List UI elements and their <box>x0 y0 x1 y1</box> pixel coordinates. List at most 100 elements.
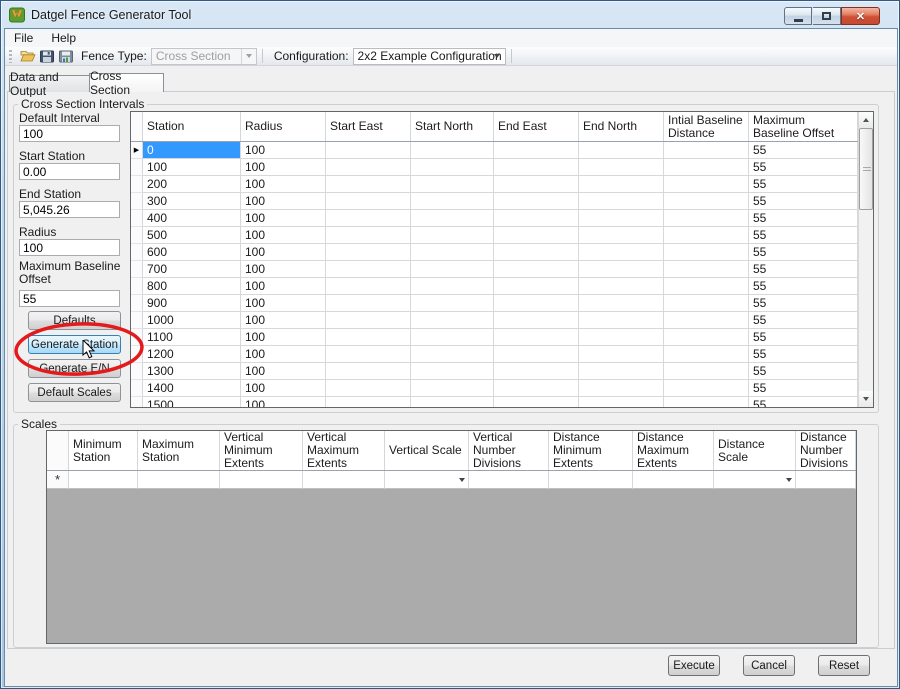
grid-cell[interactable]: 100 <box>241 329 326 346</box>
grid-cell[interactable] <box>714 471 796 489</box>
grid-cell[interactable] <box>411 397 494 407</box>
column-header[interactable]: Start East <box>326 112 411 141</box>
end-station-input[interactable] <box>19 201 120 218</box>
grid-cell[interactable]: 200 <box>143 176 241 193</box>
grid-cell[interactable] <box>411 295 494 312</box>
grid-cell[interactable]: 1500 <box>143 397 241 407</box>
grid-cell[interactable]: 1400 <box>143 380 241 397</box>
grid-cell[interactable]: 1100 <box>143 329 241 346</box>
column-header[interactable]: Distance Number Divisions <box>796 431 856 470</box>
grid-cell[interactable]: 800 <box>143 278 241 295</box>
grid-cell[interactable]: 100 <box>241 244 326 261</box>
grid-cell[interactable] <box>326 363 411 380</box>
row-header[interactable] <box>131 346 143 363</box>
grid-cell[interactable] <box>579 346 664 363</box>
grid-cell[interactable]: 55 <box>749 278 858 295</box>
grid-cell[interactable] <box>664 295 749 312</box>
grid-cell[interactable]: 100 <box>241 397 326 407</box>
column-header[interactable]: Vertical Maximum Extents <box>303 431 385 470</box>
grid-cell[interactable] <box>579 329 664 346</box>
grid-cell[interactable]: 100 <box>241 380 326 397</box>
grid-cell[interactable] <box>579 261 664 278</box>
grid-cell[interactable]: 55 <box>749 227 858 244</box>
column-header[interactable]: Distance Scale <box>714 431 796 470</box>
grid-cell[interactable] <box>411 244 494 261</box>
generate-station-button[interactable]: Generate Station <box>28 335 121 354</box>
tab-data-and-output[interactable]: Data and Output <box>9 75 90 92</box>
grid-cell[interactable] <box>494 363 579 380</box>
generate-en-button[interactable]: Generate E/N <box>28 359 121 378</box>
grid-cell[interactable]: 55 <box>749 193 858 210</box>
minimize-button[interactable] <box>784 7 812 25</box>
save-report-icon[interactable] <box>58 48 74 64</box>
column-header[interactable]: Vertical Scale <box>385 431 469 470</box>
grid-cell[interactable] <box>411 142 494 159</box>
grid-cell[interactable] <box>326 397 411 407</box>
menu-help[interactable]: Help <box>42 30 85 46</box>
grid-cell[interactable] <box>326 159 411 176</box>
grid-cell[interactable] <box>579 193 664 210</box>
grid-cell[interactable] <box>411 261 494 278</box>
grid-cell[interactable] <box>664 380 749 397</box>
column-header[interactable]: End East <box>494 112 579 141</box>
grid-cell[interactable]: 55 <box>749 329 858 346</box>
grid-cell[interactable] <box>664 312 749 329</box>
grid-cell[interactable] <box>579 312 664 329</box>
start-station-input[interactable] <box>19 163 120 180</box>
grid-cell[interactable] <box>326 193 411 210</box>
column-header[interactable]: Intial Baseline Distance <box>664 112 749 141</box>
cell-dropdown-icon[interactable] <box>786 478 792 482</box>
grid-cell[interactable] <box>326 176 411 193</box>
grid-cell[interactable] <box>579 295 664 312</box>
grid-cell[interactable] <box>664 346 749 363</box>
grid-cell[interactable]: 100 <box>241 193 326 210</box>
grid-cell[interactable] <box>664 261 749 278</box>
grid-cell[interactable] <box>411 312 494 329</box>
grid-corner-cell[interactable] <box>47 431 69 470</box>
vertical-scrollbar[interactable] <box>858 112 873 407</box>
grid-cell[interactable] <box>579 363 664 380</box>
grid-cell[interactable]: 55 <box>749 210 858 227</box>
tab-cross-section[interactable]: Cross Section <box>89 73 164 92</box>
grid-cell[interactable] <box>633 471 714 489</box>
grid-cell[interactable]: 400 <box>143 210 241 227</box>
grid-cell[interactable] <box>138 471 220 489</box>
grid-cell[interactable] <box>411 329 494 346</box>
grid-cell[interactable] <box>494 397 579 407</box>
column-header[interactable]: Distance Maximum Extents <box>633 431 714 470</box>
column-header[interactable]: End North <box>579 112 664 141</box>
grid-cell[interactable]: 100 <box>241 176 326 193</box>
row-header[interactable] <box>131 193 143 210</box>
grid-cell[interactable] <box>664 193 749 210</box>
grid-cell[interactable]: 100 <box>241 210 326 227</box>
open-file-icon[interactable] <box>20 48 36 64</box>
grid-cell[interactable]: 700 <box>143 261 241 278</box>
grid-cell[interactable] <box>326 278 411 295</box>
grid-cell[interactable] <box>411 363 494 380</box>
grid-cell[interactable] <box>326 329 411 346</box>
cancel-button[interactable]: Cancel <box>743 655 795 676</box>
grid-cell[interactable] <box>664 227 749 244</box>
grid-cell[interactable] <box>579 227 664 244</box>
grid-cell[interactable] <box>326 295 411 312</box>
grid-cell[interactable]: 55 <box>749 176 858 193</box>
grid-cell[interactable]: 300 <box>143 193 241 210</box>
grid-cell[interactable] <box>796 471 856 489</box>
grid-cell[interactable] <box>326 227 411 244</box>
grid-cell[interactable] <box>494 227 579 244</box>
grid-cell[interactable] <box>579 142 664 159</box>
grid-cell[interactable]: 0 <box>143 142 241 159</box>
grid-cell[interactable]: 100 <box>241 363 326 380</box>
grid-cell[interactable] <box>326 244 411 261</box>
grid-cell[interactable] <box>579 278 664 295</box>
grid-cell[interactable] <box>69 471 138 489</box>
grid-cell[interactable] <box>579 244 664 261</box>
grid-cell[interactable] <box>664 244 749 261</box>
grid-cell[interactable]: 1200 <box>143 346 241 363</box>
grid-cell[interactable]: 55 <box>749 261 858 278</box>
grid-cell[interactable]: 600 <box>143 244 241 261</box>
grid-cell[interactable] <box>579 380 664 397</box>
grid-cell[interactable]: 100 <box>241 346 326 363</box>
grid-cell[interactable]: 1000 <box>143 312 241 329</box>
grid-cell[interactable] <box>469 471 549 489</box>
